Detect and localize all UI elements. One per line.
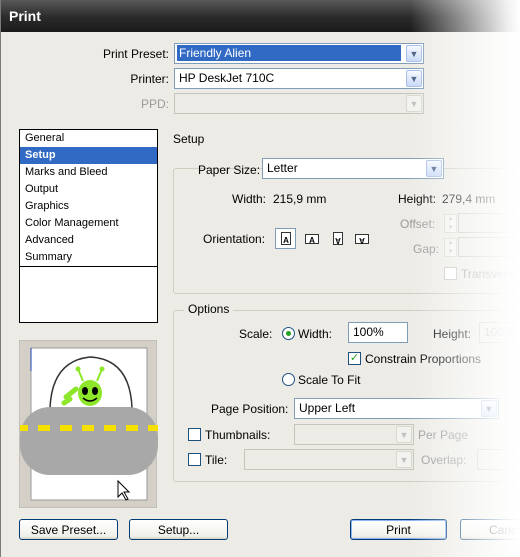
category-output[interactable]: Output: [20, 181, 157, 198]
offset-spinner: ▲ ▼: [444, 214, 457, 233]
ppd-label: PPD:: [140, 97, 169, 111]
scale-to-fit-radio[interactable]: [282, 373, 295, 386]
offset-field: [458, 213, 520, 233]
print-button[interactable]: Print: [350, 519, 447, 540]
category-advanced[interactable]: Advanced: [20, 232, 157, 249]
tile-label: Tile:: [205, 453, 228, 467]
gap-field: [458, 237, 520, 257]
save-preset-button[interactable]: Save Preset...: [19, 519, 118, 540]
category-general[interactable]: General: [20, 130, 157, 147]
setup-heading: Setup: [173, 132, 205, 146]
constrain-proportions-label: Constrain Proportions: [365, 352, 482, 366]
print-preset-value: Friendly Alien: [177, 45, 401, 61]
print-dialog: Print Print Preset: Friendly Alien ▼ Pri…: [0, 0, 520, 557]
scale-height-value: 100%: [484, 325, 515, 339]
orientation-reverse-portrait-button[interactable]: A: [327, 228, 348, 249]
friendly-alien-preview-image: [20, 347, 158, 501]
scale-width-field[interactable]: 100%: [348, 322, 408, 343]
paper-height-value: 279,4 mm: [442, 192, 496, 206]
gap-label: Gap:: [413, 242, 440, 256]
printer-select[interactable]: HP DeskJet 710C ▼: [174, 68, 424, 89]
chevron-down-icon[interactable]: ▼: [426, 160, 442, 177]
print-preview: [19, 340, 158, 508]
page-position-value: Upper Left: [299, 401, 356, 415]
orientation-landscape-button[interactable]: A: [301, 228, 322, 249]
landscape-icon: A: [305, 234, 319, 245]
list-divider: [20, 266, 157, 267]
orientation-portrait-button[interactable]: A: [275, 228, 296, 249]
transverse-label: Transverse: [461, 267, 520, 281]
printer-value: HP DeskJet 710C: [179, 71, 275, 85]
transverse-checkbox: [444, 267, 457, 280]
paper-width-value: 215,9 mm: [273, 192, 327, 206]
category-graphics[interactable]: Graphics: [20, 198, 157, 215]
thumbnails-checkbox[interactable]: [188, 428, 201, 441]
paper-size-select[interactable]: Letter ▼: [262, 158, 444, 179]
category-list[interactable]: General Setup Marks and Bleed Output Gra…: [19, 129, 158, 323]
per-page-label: Per Page: [418, 428, 469, 442]
offset-label: Offset:: [400, 217, 436, 231]
page-position-label: Page Position:: [211, 402, 289, 416]
category-marks-and-bleed[interactable]: Marks and Bleed: [20, 164, 157, 181]
reverse-portrait-icon: A: [333, 232, 343, 245]
print-preset-select[interactable]: Friendly Alien ▼: [174, 43, 424, 64]
scale-to-fit-label: Scale To Fit: [298, 373, 361, 387]
category-color-management[interactable]: Color Management: [20, 215, 157, 232]
printer-label: Printer:: [130, 72, 169, 86]
overlap-label: Overlap:: [421, 453, 467, 467]
scale-width-radio[interactable]: [282, 327, 295, 340]
paper-width-label: Width:: [232, 192, 267, 206]
scale-label: Scale:: [239, 327, 273, 341]
scale-height-label: Height:: [433, 327, 472, 341]
chevron-down-icon[interactable]: ▼: [406, 45, 422, 62]
tile-select: ▼: [244, 449, 414, 470]
chevron-down-icon[interactable]: ▼: [481, 400, 497, 417]
cancel-button[interactable]: Cancel: [460, 519, 520, 540]
print-preset-label: Print Preset:: [102, 47, 169, 61]
scale-width-label: Width:: [298, 327, 333, 341]
paper-size-label: Paper Size:: [198, 163, 261, 177]
chevron-down-icon: ▼: [396, 426, 412, 443]
window-title: Print: [1, 0, 520, 32]
chevron-down-icon: ▼: [406, 95, 422, 112]
tile-checkbox[interactable]: [188, 453, 201, 466]
chevron-down-icon: ▼: [396, 451, 412, 468]
chevron-down-icon[interactable]: ▼: [406, 70, 422, 87]
orientation-reverse-landscape-button[interactable]: A: [351, 228, 372, 249]
paper-size-value: Letter: [267, 161, 298, 175]
options-heading: Options: [184, 302, 234, 316]
thumbnails-select: ▼: [294, 424, 414, 445]
portrait-icon: A: [281, 232, 291, 245]
thumbnails-label: Thumbnails:: [205, 428, 271, 442]
paper-height-label: Height:: [398, 192, 437, 206]
gap-spinner: ▲ ▼: [444, 238, 457, 257]
reverse-landscape-icon: A: [355, 234, 369, 245]
scale-width-value: 100%: [353, 325, 384, 339]
category-setup[interactable]: Setup: [20, 147, 157, 164]
setup-button[interactable]: Setup...: [129, 519, 228, 540]
ppd-select: ▼: [174, 93, 424, 114]
page-position-select[interactable]: Upper Left ▼: [294, 398, 499, 419]
constrain-proportions-checkbox[interactable]: ✓: [348, 352, 361, 365]
category-summary[interactable]: Summary: [20, 249, 157, 266]
scale-height-field: 100%: [479, 322, 520, 343]
orientation-label: Orientation:: [203, 232, 266, 246]
overlap-field: [477, 449, 520, 470]
